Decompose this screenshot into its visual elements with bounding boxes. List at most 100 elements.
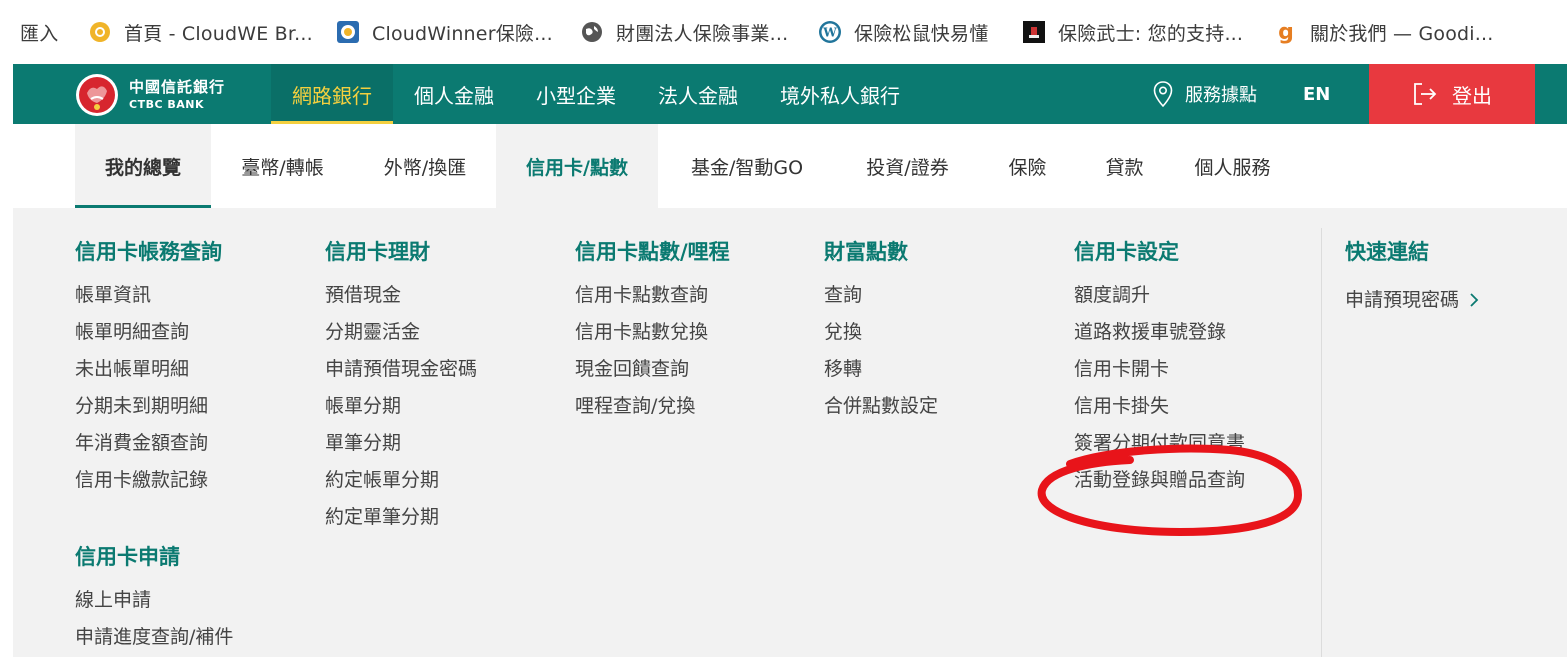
menu-item-scheduled-single-installment[interactable]: 約定單筆分期: [325, 503, 477, 540]
menu-item-points-inquiry[interactable]: 信用卡點數查詢: [575, 281, 708, 318]
menu-item-wealth-transfer[interactable]: 移轉: [824, 355, 938, 392]
samurai-favicon-icon: [1022, 20, 1046, 44]
logout-icon: [1412, 82, 1438, 106]
globe-icon: [580, 20, 604, 44]
secondary-nav-bar: 我的總覽 臺幣/轉帳 外幣/換匯 信用卡/點數 基金/智動GO 投資/證券 保險…: [13, 124, 1567, 208]
bookmark-label: 財團法人保險事業...: [616, 22, 789, 45]
cloudwe-favicon-icon: [88, 20, 112, 44]
bookmark-insurance-samurai[interactable]: 保險武士: 您的支持...: [1022, 0, 1243, 64]
logout-button[interactable]: 登出: [1369, 64, 1535, 124]
chevron-right-icon: [1469, 292, 1479, 308]
menu-item-report-lost[interactable]: 信用卡掛失: [1074, 392, 1245, 429]
tab-investment[interactable]: 投資/證券: [836, 124, 979, 208]
menu-heading-card-application[interactable]: 信用卡申請: [75, 541, 180, 571]
menu-heading-points-miles[interactable]: 信用卡點數/哩程: [575, 236, 730, 266]
bookmark-label: 匯入: [20, 22, 59, 45]
menu-list: 申請預現密碼: [1345, 281, 1479, 318]
menu-item-unbilled-detail[interactable]: 未出帳單明細: [75, 355, 208, 392]
service-points-label: 服務據點: [1185, 85, 1257, 106]
menu-list: 查詢 兌換 移轉 合併點數設定: [824, 281, 938, 429]
bookmark-label: 關於我們 — Goodi...: [1310, 22, 1494, 45]
menu-heading-quick-links: 快速連結: [1345, 240, 1429, 264]
menu-item-wealth-redeem[interactable]: 兌換: [824, 318, 938, 355]
menu-heading-wealth-points[interactable]: 財富點數: [824, 236, 908, 266]
menu-list: 帳單資訊 帳單明細查詢 未出帳單明細 分期未到期明細 年消費金額查詢 信用卡繳款…: [75, 281, 208, 503]
menu-item-bill-detail[interactable]: 帳單明細查詢: [75, 318, 208, 355]
main-nav-corporate-finance[interactable]: 法人金融: [637, 64, 759, 124]
tab-personal-services[interactable]: 個人服務: [1173, 124, 1292, 208]
svg-text:W: W: [822, 26, 837, 40]
menu-item-miles-inquiry[interactable]: 哩程查詢/兌換: [575, 392, 708, 429]
menu-item-bill-info[interactable]: 帳單資訊: [75, 281, 208, 318]
brand-name-en: CTBC BANK: [129, 98, 204, 111]
menu-item-wealth-inquiry[interactable]: 查詢: [824, 281, 938, 318]
menu-list: 額度調升 道路救援車號登錄 信用卡開卡 信用卡掛失 簽署分期付款同意書 活動登錄…: [1074, 281, 1245, 503]
quick-link-label: 申請預現密碼: [1345, 288, 1460, 311]
menu-heading-card-settings[interactable]: 信用卡設定: [1074, 236, 1179, 266]
tab-credit-card-points[interactable]: 信用卡/點數: [496, 124, 658, 208]
menu-item-application-progress[interactable]: 申請進度查詢/補件: [75, 623, 233, 660]
menu-item-flexible-installment[interactable]: 分期靈活金: [325, 318, 477, 355]
main-nav-online-banking[interactable]: 網路銀行: [271, 64, 393, 124]
svg-text:g: g: [1278, 20, 1294, 44]
menu-item-payment-records[interactable]: 信用卡繳款記錄: [75, 466, 208, 503]
bookmark-cloudwinner[interactable]: CloudWinner保險...: [336, 0, 553, 64]
language-toggle[interactable]: EN: [1303, 64, 1330, 124]
menu-item-cash-advance[interactable]: 預借現金: [325, 281, 477, 318]
tab-insurance[interactable]: 保險: [979, 124, 1076, 208]
ctbc-logo-icon: [76, 74, 118, 116]
menu-item-online-apply[interactable]: 線上申請: [75, 586, 233, 623]
menu-item-installment-agreement[interactable]: 簽署分期付款同意書: [1074, 429, 1245, 466]
brand-name-cn: 中國信託銀行: [129, 78, 226, 96]
tab-loans[interactable]: 貸款: [1076, 124, 1173, 208]
column-divider: [1321, 228, 1322, 657]
top-nav-bar: 中國信託銀行 CTBC BANK 網路銀行 個人金融 小型企業 法人金融 境外私…: [13, 64, 1567, 124]
menu-list: 預借現金 分期靈活金 申請預借現金密碼 帳單分期 單筆分期 約定帳單分期 約定單…: [325, 281, 477, 540]
bookmark-insurance-foundation[interactable]: 財團法人保險事業...: [580, 0, 788, 64]
menu-item-single-installment[interactable]: 單筆分期: [325, 429, 477, 466]
secondary-nav: 我的總覽 臺幣/轉帳 外幣/換匯 信用卡/點數 基金/智動GO 投資/證券 保險…: [75, 124, 1292, 208]
location-pin-icon: [1153, 81, 1173, 107]
main-nav: 網路銀行 個人金融 小型企業 法人金融 境外私人銀行: [271, 64, 921, 124]
bookmark-cloudwe[interactable]: 首頁 - CloudWE Br...: [88, 0, 313, 64]
bookmark-label: 保險武士: 您的支持...: [1058, 22, 1244, 45]
menu-heading-card-finance[interactable]: 信用卡理財: [325, 236, 430, 266]
menu-item-event-registration-gifts[interactable]: 活動登錄與贈品查詢: [1074, 466, 1245, 503]
logout-label: 登出: [1452, 83, 1492, 108]
menu-list: 信用卡點數查詢 信用卡點數兌換 現金回饋查詢 哩程查詢/兌換: [575, 281, 708, 429]
wordpress-icon: W: [818, 20, 842, 44]
service-points-link[interactable]: 服務據點: [1153, 64, 1257, 124]
bookmark-insurance-squirrel[interactable]: W 保險松鼠快易懂: [818, 0, 988, 64]
main-nav-small-business[interactable]: 小型企業: [515, 64, 637, 124]
menu-item-annual-spending[interactable]: 年消費金額查詢: [75, 429, 208, 466]
tab-my-overview[interactable]: 我的總覽: [75, 124, 211, 208]
ctbc-logo[interactable]: 中國信託銀行 CTBC BANK: [75, 73, 225, 117]
bookmark-label: CloudWinner保險...: [372, 22, 553, 45]
menu-item-roadside-plate[interactable]: 道路救援車號登錄: [1074, 318, 1245, 355]
menu-item-card-activation[interactable]: 信用卡開卡: [1074, 355, 1245, 392]
credit-card-mega-menu: 信用卡帳務查詢 帳單資訊 帳單明細查詢 未出帳單明細 分期未到期明細 年消費金額…: [13, 208, 1567, 657]
bookmarks-bar: 匯入 首頁 - CloudWE Br... CloudWinner保險... 財…: [0, 0, 1567, 64]
tab-funds[interactable]: 基金/智動GO: [658, 124, 836, 208]
main-nav-offshore-private-banking[interactable]: 境外私人銀行: [759, 64, 921, 124]
tab-twd-transfer[interactable]: 臺幣/轉帳: [211, 124, 354, 208]
menu-item-points-redeem[interactable]: 信用卡點數兌換: [575, 318, 708, 355]
menu-item-cash-advance-pin[interactable]: 申請預借現金密碼: [325, 355, 477, 392]
menu-item-merge-points[interactable]: 合併點數設定: [824, 392, 938, 429]
goodi-favicon-icon: g: [1274, 20, 1298, 44]
quick-link-cash-advance-pin[interactable]: 申請預現密碼: [1345, 281, 1479, 318]
menu-heading-account-inquiry[interactable]: 信用卡帳務查詢: [75, 236, 222, 266]
cloudwinner-favicon-icon: [336, 20, 360, 44]
menu-item-cashback-inquiry[interactable]: 現金回饋查詢: [575, 355, 708, 392]
bookmark-label: 保險松鼠快易懂: [854, 22, 989, 45]
menu-list: 線上申請 申請進度查詢/補件: [75, 586, 233, 660]
bookmark-import[interactable]: 匯入: [20, 0, 58, 64]
bookmark-goodi[interactable]: g 關於我們 — Goodi...: [1274, 0, 1494, 64]
menu-item-bill-installment[interactable]: 帳單分期: [325, 392, 477, 429]
menu-item-installment-pending[interactable]: 分期未到期明細: [75, 392, 208, 429]
brand-text: 中國信託銀行 CTBC BANK: [129, 78, 226, 111]
tab-foreign-exchange[interactable]: 外幣/換匯: [354, 124, 496, 208]
menu-item-scheduled-bill-installment[interactable]: 約定帳單分期: [325, 466, 477, 503]
main-nav-personal-finance[interactable]: 個人金融: [393, 64, 515, 124]
menu-item-limit-increase[interactable]: 額度調升: [1074, 281, 1245, 318]
